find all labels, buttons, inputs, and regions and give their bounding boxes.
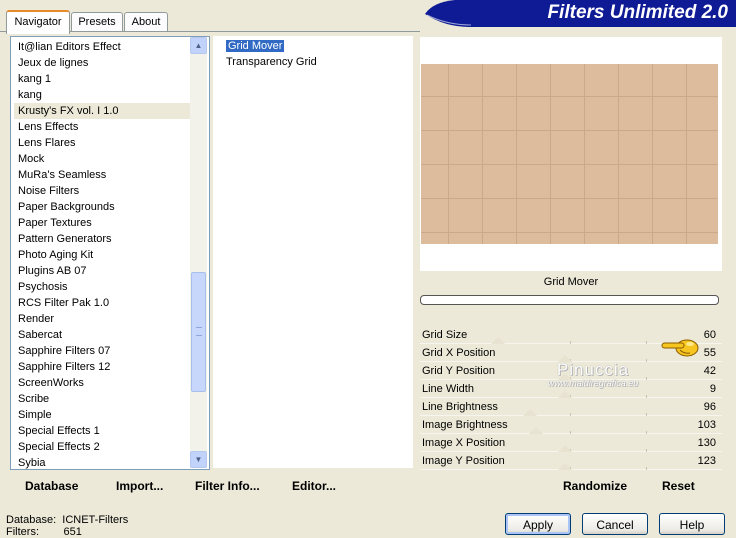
category-item[interactable]: Simple bbox=[14, 407, 194, 423]
list-toolbar: Database Import... Filter Info... Editor… bbox=[10, 473, 413, 499]
preview-panel bbox=[420, 37, 722, 271]
category-item[interactable]: Scribe bbox=[14, 391, 194, 407]
watermark-title: Pinuccia bbox=[556, 360, 630, 379]
param-label: Image X Position bbox=[422, 437, 506, 449]
filter-item[interactable]: Transparency Grid bbox=[222, 54, 402, 70]
status-database-value: ICNET-Filters bbox=[62, 514, 129, 526]
database-button[interactable]: Database bbox=[25, 473, 78, 499]
reset-button[interactable]: Reset bbox=[662, 473, 695, 499]
category-item[interactable]: kang bbox=[14, 87, 194, 103]
category-item[interactable]: Pattern Generators bbox=[14, 231, 194, 247]
import-button[interactable]: Import... bbox=[116, 473, 163, 499]
pointing-hand-icon bbox=[661, 339, 699, 357]
slider-knob[interactable] bbox=[558, 391, 572, 398]
apply-button[interactable]: Apply bbox=[505, 513, 571, 535]
param-value: 9 bbox=[709, 383, 716, 395]
param-label: Grid Size bbox=[422, 329, 468, 341]
category-item[interactable]: Mock bbox=[14, 151, 194, 167]
category-item[interactable]: Lens Flares bbox=[14, 135, 194, 151]
param-toolbar: Randomize Reset bbox=[420, 473, 722, 499]
category-item[interactable]: Render bbox=[14, 311, 194, 327]
scrollbar-thumb[interactable] bbox=[191, 272, 206, 392]
category-item[interactable]: Photo Aging Kit bbox=[14, 247, 194, 263]
status-database: Database: ICNET-Filters bbox=[6, 514, 128, 526]
scroll-up-icon[interactable]: ▲ bbox=[190, 37, 207, 54]
tab-navigator[interactable]: Navigator bbox=[6, 10, 70, 34]
category-item[interactable]: Noise Filters bbox=[14, 183, 194, 199]
status-filters-value: 651 bbox=[63, 526, 82, 538]
param-value: 60 bbox=[703, 329, 716, 341]
preview-image bbox=[421, 64, 718, 244]
cancel-button[interactable]: Cancel bbox=[582, 513, 648, 535]
slider-knob[interactable] bbox=[558, 463, 572, 470]
app-title: Filters Unlimited 2.0 bbox=[547, 2, 728, 23]
category-item[interactable]: Sabercat bbox=[14, 327, 194, 343]
category-item[interactable]: Sapphire Filters 07 bbox=[14, 343, 194, 359]
tab-presets[interactable]: Presets bbox=[71, 12, 123, 32]
filter-name-label: Grid Mover bbox=[420, 273, 722, 291]
tab-about[interactable]: About bbox=[124, 12, 168, 32]
param-label: Line Width bbox=[422, 383, 474, 395]
param-slider[interactable]: Line Brightness 96 bbox=[420, 398, 722, 416]
scroll-down-icon[interactable]: ▼ bbox=[190, 451, 207, 468]
category-item[interactable]: MuRa's Seamless bbox=[14, 167, 194, 183]
param-value: 130 bbox=[697, 437, 716, 449]
watermark: Pinuccia www.maidiregrafica.eu bbox=[528, 360, 658, 388]
category-item[interactable]: It@lian Editors Effect bbox=[14, 39, 194, 55]
param-label: Grid X Position bbox=[422, 347, 496, 359]
category-item[interactable]: Paper Backgrounds bbox=[14, 199, 194, 215]
param-slider[interactable]: Image Brightness 103 bbox=[420, 416, 722, 434]
param-value: 96 bbox=[703, 401, 716, 413]
category-item[interactable]: Plugins AB 07 bbox=[14, 263, 194, 279]
category-list[interactable]: It@lian Editors Effect Jeux de lignes kang… bbox=[10, 36, 210, 470]
param-label: Grid Y Position bbox=[422, 365, 495, 377]
grip-icon bbox=[196, 327, 202, 336]
category-item[interactable]: Special Effects 2 bbox=[14, 439, 194, 455]
slider-knob[interactable] bbox=[491, 337, 506, 344]
category-item[interactable]: RCS Filter Pak 1.0 bbox=[14, 295, 194, 311]
slider-knob[interactable] bbox=[523, 409, 538, 416]
category-item[interactable]: Special Effects 1 bbox=[14, 423, 194, 439]
param-value: 123 bbox=[697, 455, 716, 467]
param-label: Image Y Position bbox=[422, 455, 505, 467]
randomize-button[interactable]: Randomize bbox=[563, 473, 627, 499]
category-scrollbar[interactable]: ▲ ▼ bbox=[190, 37, 207, 468]
param-value: 55 bbox=[703, 347, 716, 359]
filter-item[interactable]: Grid Mover bbox=[222, 38, 402, 54]
category-item[interactable]: Sybia bbox=[14, 455, 194, 469]
category-item[interactable]: Lens Effects bbox=[14, 119, 194, 135]
param-slider[interactable]: Image Y Position 123 bbox=[420, 452, 722, 470]
filter-list[interactable]: Grid Mover Transparency Grid bbox=[213, 36, 413, 468]
param-slider[interactable]: Image X Position 130 bbox=[420, 434, 722, 452]
status-filters: Filters: 651 bbox=[6, 526, 82, 538]
app-header: Filters Unlimited 2.0 bbox=[425, 0, 736, 27]
help-button[interactable]: Help bbox=[659, 513, 725, 535]
category-item[interactable]: Paper Textures bbox=[14, 215, 194, 231]
param-label: Line Brightness bbox=[422, 401, 498, 413]
param-value: 42 bbox=[703, 365, 716, 377]
category-item[interactable]: Jeux de lignes bbox=[14, 55, 194, 71]
param-value: 103 bbox=[697, 419, 716, 431]
slider-tick bbox=[646, 467, 647, 470]
status-filters-label: Filters: bbox=[6, 526, 39, 538]
category-item[interactable]: Krusty's FX vol. I 1.0 bbox=[14, 103, 194, 119]
slider-knob[interactable] bbox=[529, 427, 543, 434]
slider-knob[interactable] bbox=[558, 445, 572, 452]
filter-item-label: Transparency Grid bbox=[226, 56, 317, 68]
filter-info-button[interactable]: Filter Info... bbox=[195, 473, 260, 499]
category-item[interactable]: Sapphire Filters 12 bbox=[14, 359, 194, 375]
category-item[interactable]: Psychosis bbox=[14, 279, 194, 295]
watermark-url: www.maidiregrafica.eu bbox=[547, 378, 639, 388]
filter-item-label: Grid Mover bbox=[226, 40, 285, 52]
progress-bar bbox=[420, 295, 719, 305]
param-label: Image Brightness bbox=[422, 419, 508, 431]
editor-button[interactable]: Editor... bbox=[292, 473, 336, 499]
category-item[interactable]: kang 1 bbox=[14, 71, 194, 87]
status-database-label: Database: bbox=[6, 514, 57, 526]
category-item[interactable]: ScreenWorks bbox=[14, 375, 194, 391]
